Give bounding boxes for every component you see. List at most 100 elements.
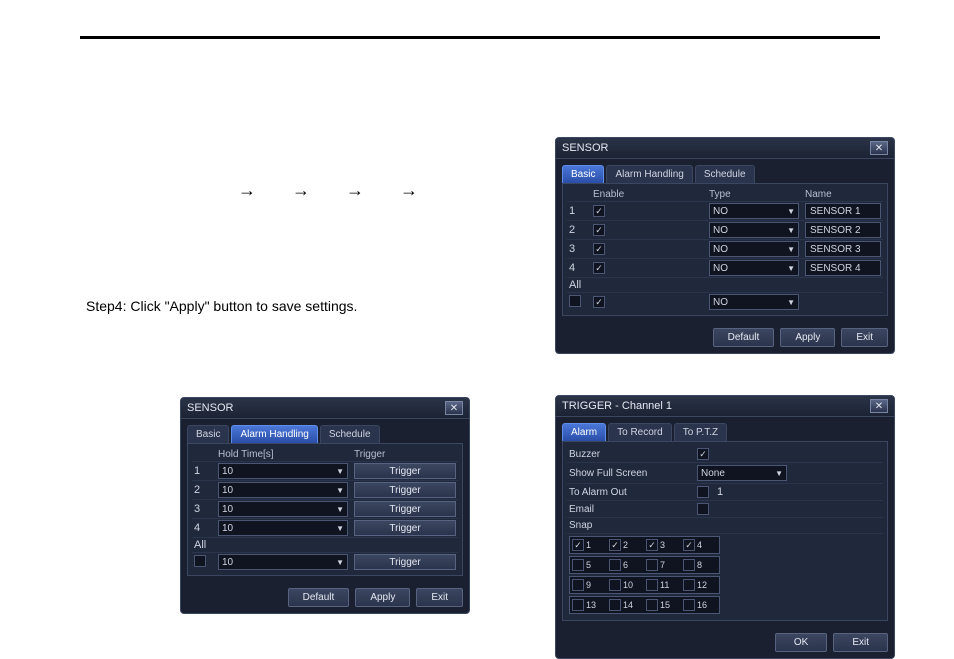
sensor-alarm-dialog: SENSOR ✕ Basic Alarm Handling Schedule H… [180, 397, 470, 614]
close-icon[interactable]: ✕ [870, 141, 888, 155]
exit-button[interactable]: Exit [416, 588, 463, 607]
type-select[interactable]: NO▼ [709, 294, 799, 310]
trigger-button[interactable]: Trigger [354, 501, 456, 517]
trigger-button[interactable]: Trigger [354, 520, 456, 536]
table-row: 3 10▼ Trigger [192, 500, 458, 519]
enable-checkbox[interactable]: ✓ [593, 224, 605, 236]
step-instruction: Step4: Click "Apply" button to save sett… [86, 298, 357, 314]
snap-checkbox[interactable]: ✓ [572, 539, 584, 551]
alarm-out-checkbox[interactable] [697, 486, 709, 498]
dialog-title: SENSOR [187, 402, 233, 414]
type-select[interactable]: NO▼ [709, 241, 799, 257]
default-button[interactable]: Default [713, 328, 775, 347]
chevron-down-icon: ▼ [336, 467, 344, 476]
buzzer-label: Buzzer [569, 449, 689, 460]
horizontal-rule [80, 36, 880, 39]
snap-group: 13 14 15 16 [569, 596, 720, 614]
hold-time-select[interactable]: 10▼ [218, 463, 348, 479]
tab-schedule[interactable]: Schedule [320, 425, 380, 443]
tab-alarm-handling[interactable]: Alarm Handling [606, 165, 692, 183]
snap-group: 5 6 7 8 [569, 556, 720, 574]
dialog-title: TRIGGER - Channel 1 [562, 400, 672, 412]
table-row: 1 ✓ NO▼ SENSOR 1 [567, 202, 883, 221]
tab-schedule[interactable]: Schedule [695, 165, 755, 183]
default-button[interactable]: Default [288, 588, 350, 607]
snap-checkbox[interactable] [609, 599, 621, 611]
apply-button[interactable]: Apply [780, 328, 835, 347]
hold-time-select[interactable]: 10▼ [218, 482, 348, 498]
tab-basic[interactable]: Basic [187, 425, 229, 443]
alarm-out-value: 1 [717, 486, 723, 498]
full-screen-select[interactable]: None▼ [697, 465, 787, 481]
chevron-down-icon: ▼ [336, 524, 344, 533]
col-hold: Hold Time[s] [218, 449, 348, 460]
enable-checkbox[interactable]: ✓ [593, 205, 605, 217]
tab-to-ptz[interactable]: To P.T.Z [674, 423, 727, 441]
snap-checkbox[interactable] [646, 599, 658, 611]
chevron-down-icon: ▼ [336, 486, 344, 495]
hold-time-select[interactable]: 10▼ [218, 501, 348, 517]
chevron-down-icon: ▼ [787, 245, 795, 254]
tab-alarm[interactable]: Alarm [562, 423, 606, 441]
snap-checkbox[interactable] [646, 559, 658, 571]
tabs: Basic Alarm Handling Schedule [181, 419, 469, 443]
enable-checkbox[interactable]: ✓ [593, 296, 605, 308]
all-row: ✓ NO▼ [567, 293, 883, 311]
apply-button[interactable]: Apply [355, 588, 410, 607]
all-row: 10▼ Trigger [192, 553, 458, 571]
type-select[interactable]: NO▼ [709, 260, 799, 276]
all-label: All [569, 279, 587, 291]
trigger-button[interactable]: Trigger [354, 463, 456, 479]
button-bar: OK Exit [556, 627, 894, 658]
enable-checkbox[interactable]: ✓ [593, 243, 605, 255]
close-icon[interactable]: ✕ [445, 401, 463, 415]
name-field[interactable]: SENSOR 4 [805, 260, 881, 276]
panel: Buzzer ✓ Show Full Screen None▼ To Alarm… [562, 441, 888, 621]
titlebar: TRIGGER - Channel 1 ✕ [556, 396, 894, 417]
all-label: All [194, 539, 212, 551]
sensor-basic-dialog: SENSOR ✕ Basic Alarm Handling Schedule E… [555, 137, 895, 354]
snap-group: ✓1 ✓2 ✓3 ✓4 [569, 536, 720, 554]
snap-checkbox[interactable]: ✓ [609, 539, 621, 551]
trigger-button[interactable]: Trigger [354, 482, 456, 498]
name-field[interactable]: SENSOR 2 [805, 222, 881, 238]
table-row: 3 ✓ NO▼ SENSOR 3 [567, 240, 883, 259]
snap-checkbox[interactable] [609, 579, 621, 591]
row-idx: 3 [194, 503, 212, 515]
tab-to-record[interactable]: To Record [608, 423, 672, 441]
enable-checkbox[interactable]: ✓ [593, 262, 605, 274]
name-field[interactable]: SENSOR 3 [805, 241, 881, 257]
trigger-button[interactable]: Trigger [354, 554, 456, 570]
snap-checkbox[interactable]: ✓ [683, 539, 695, 551]
all-checkbox[interactable] [569, 295, 581, 307]
snap-checkbox[interactable] [646, 579, 658, 591]
tab-alarm-handling[interactable]: Alarm Handling [231, 425, 317, 443]
exit-button[interactable]: Exit [841, 328, 888, 347]
tab-basic[interactable]: Basic [562, 165, 604, 183]
snap-grid: ✓1 ✓2 ✓3 ✓4 5 6 7 8 9 10 11 12 13 14 15 [567, 534, 883, 616]
buzzer-checkbox[interactable]: ✓ [697, 448, 709, 460]
hold-time-select[interactable]: 10▼ [218, 520, 348, 536]
table-row: 1 10▼ Trigger [192, 462, 458, 481]
chevron-down-icon: ▼ [787, 264, 795, 273]
col-name: Name [805, 189, 881, 200]
chevron-down-icon: ▼ [775, 469, 783, 478]
snap-checkbox[interactable] [683, 599, 695, 611]
type-select[interactable]: NO▼ [709, 203, 799, 219]
snap-checkbox[interactable] [683, 579, 695, 591]
type-select[interactable]: NO▼ [709, 222, 799, 238]
all-checkbox[interactable] [194, 555, 206, 567]
snap-checkbox[interactable] [572, 579, 584, 591]
close-icon[interactable]: ✕ [870, 399, 888, 413]
hold-time-select[interactable]: 10▼ [218, 554, 348, 570]
snap-checkbox[interactable]: ✓ [646, 539, 658, 551]
row-idx: 1 [194, 465, 212, 477]
name-field[interactable]: SENSOR 1 [805, 203, 881, 219]
snap-checkbox[interactable] [609, 559, 621, 571]
snap-checkbox[interactable] [572, 599, 584, 611]
col-enable: Enable [593, 189, 703, 200]
col-type: Type [709, 189, 799, 200]
snap-checkbox[interactable] [572, 559, 584, 571]
snap-checkbox[interactable] [683, 559, 695, 571]
email-checkbox[interactable] [697, 503, 709, 515]
